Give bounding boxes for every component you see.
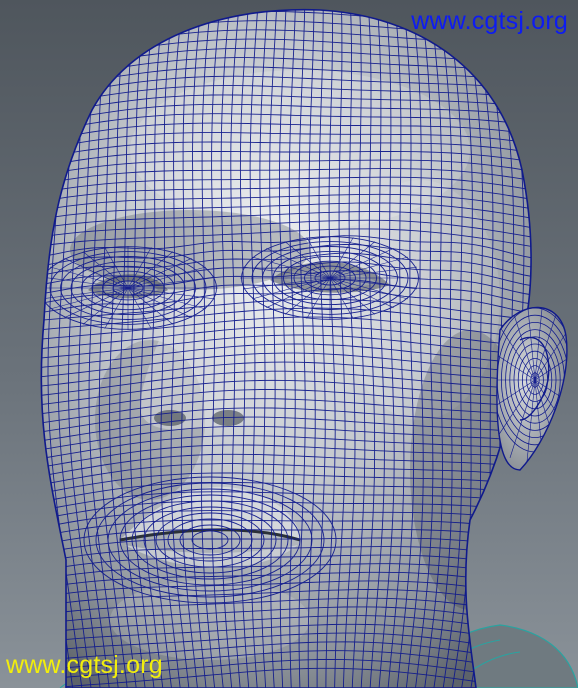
viewport: www.cgtsj.org www.cgtsj.org — [0, 0, 578, 688]
watermark-bottom: www.cgtsj.org — [6, 651, 163, 679]
watermark-top: www.cgtsj.org — [411, 7, 568, 35]
head-mesh — [40, 8, 532, 688]
head-wireframe-render — [40, 8, 578, 688]
